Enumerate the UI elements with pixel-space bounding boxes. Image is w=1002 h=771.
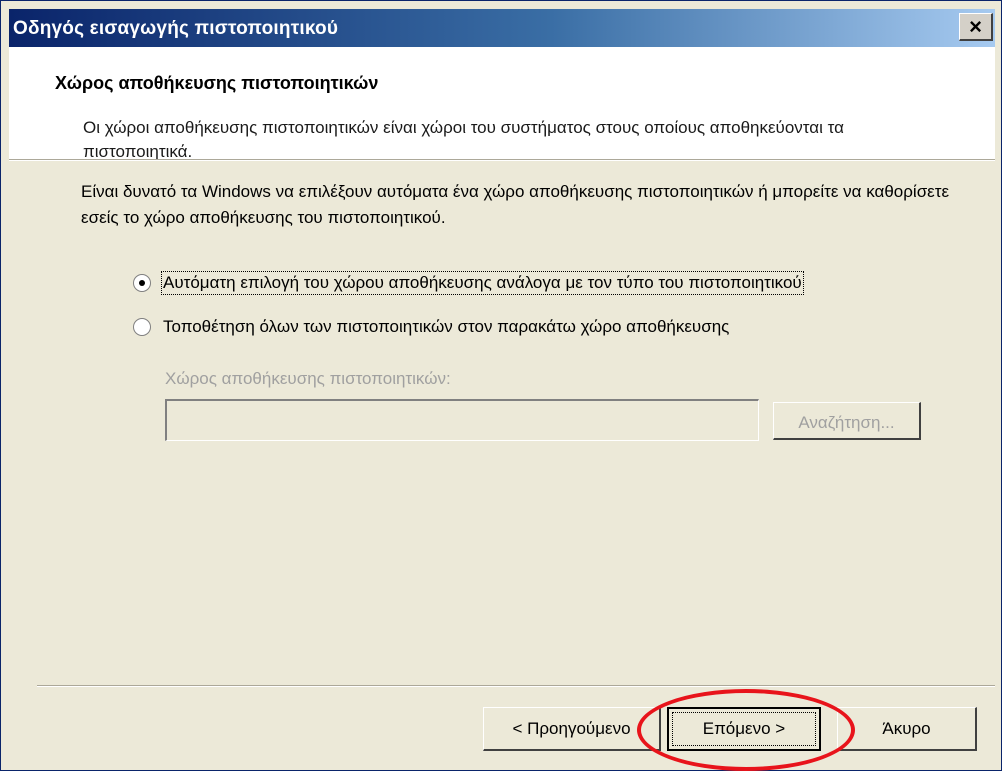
radio-button-unchecked[interactable] [133, 318, 151, 336]
page-description: Οι χώροι αποθήκευσης πιστοποιητικών είνα… [83, 118, 844, 161]
close-button[interactable]: × [959, 13, 993, 41]
window-title: Οδηγός εισαγωγής πιστοποιητικού [13, 18, 339, 39]
wizard-header: Χώρος αποθήκευσης πιστοποιητικών Οι χώρο… [9, 47, 995, 161]
back-button-label: < Προηγούμενο [512, 718, 631, 738]
certificate-store-label: Χώρος αποθήκευσης πιστοποιητικών: [165, 369, 451, 388]
page-title: Χώρος αποθήκευσης πιστοποιητικών [55, 73, 379, 93]
title-bar[interactable]: Οδηγός εισαγωγής πιστοποιητικού × [9, 9, 995, 47]
certificate-store-field[interactable] [165, 399, 759, 441]
intro-text: Είναι δυνατό τα Windows να επιλέξουν αυτ… [81, 182, 950, 227]
browse-button-label: Αναζήτηση... [798, 413, 895, 432]
radio-button-checked[interactable] [133, 274, 151, 292]
next-button-label: Επόμενο > [702, 719, 786, 738]
cancel-button-label: Άκυρο [882, 718, 931, 738]
radio-place-in-store-label[interactable]: Τοποθέτηση όλων των πιστοποιητικών στον … [163, 317, 729, 337]
close-icon: × [969, 14, 982, 39]
next-button[interactable]: Επόμενο > [667, 707, 821, 751]
radio-auto-select-label[interactable]: Αυτόματη επιλογή του χώρου αποθήκευσης α… [161, 271, 804, 295]
browse-button[interactable]: Αναζήτηση... [773, 402, 921, 440]
certificate-import-wizard-dialog: Οδηγός εισαγωγής πιστοποιητικού × Χώρος … [0, 0, 1002, 771]
back-button[interactable]: < Προηγούμενο [483, 707, 661, 751]
cancel-button[interactable]: Άκυρο [837, 707, 977, 751]
header-divider [9, 159, 995, 161]
footer-divider [37, 685, 995, 687]
